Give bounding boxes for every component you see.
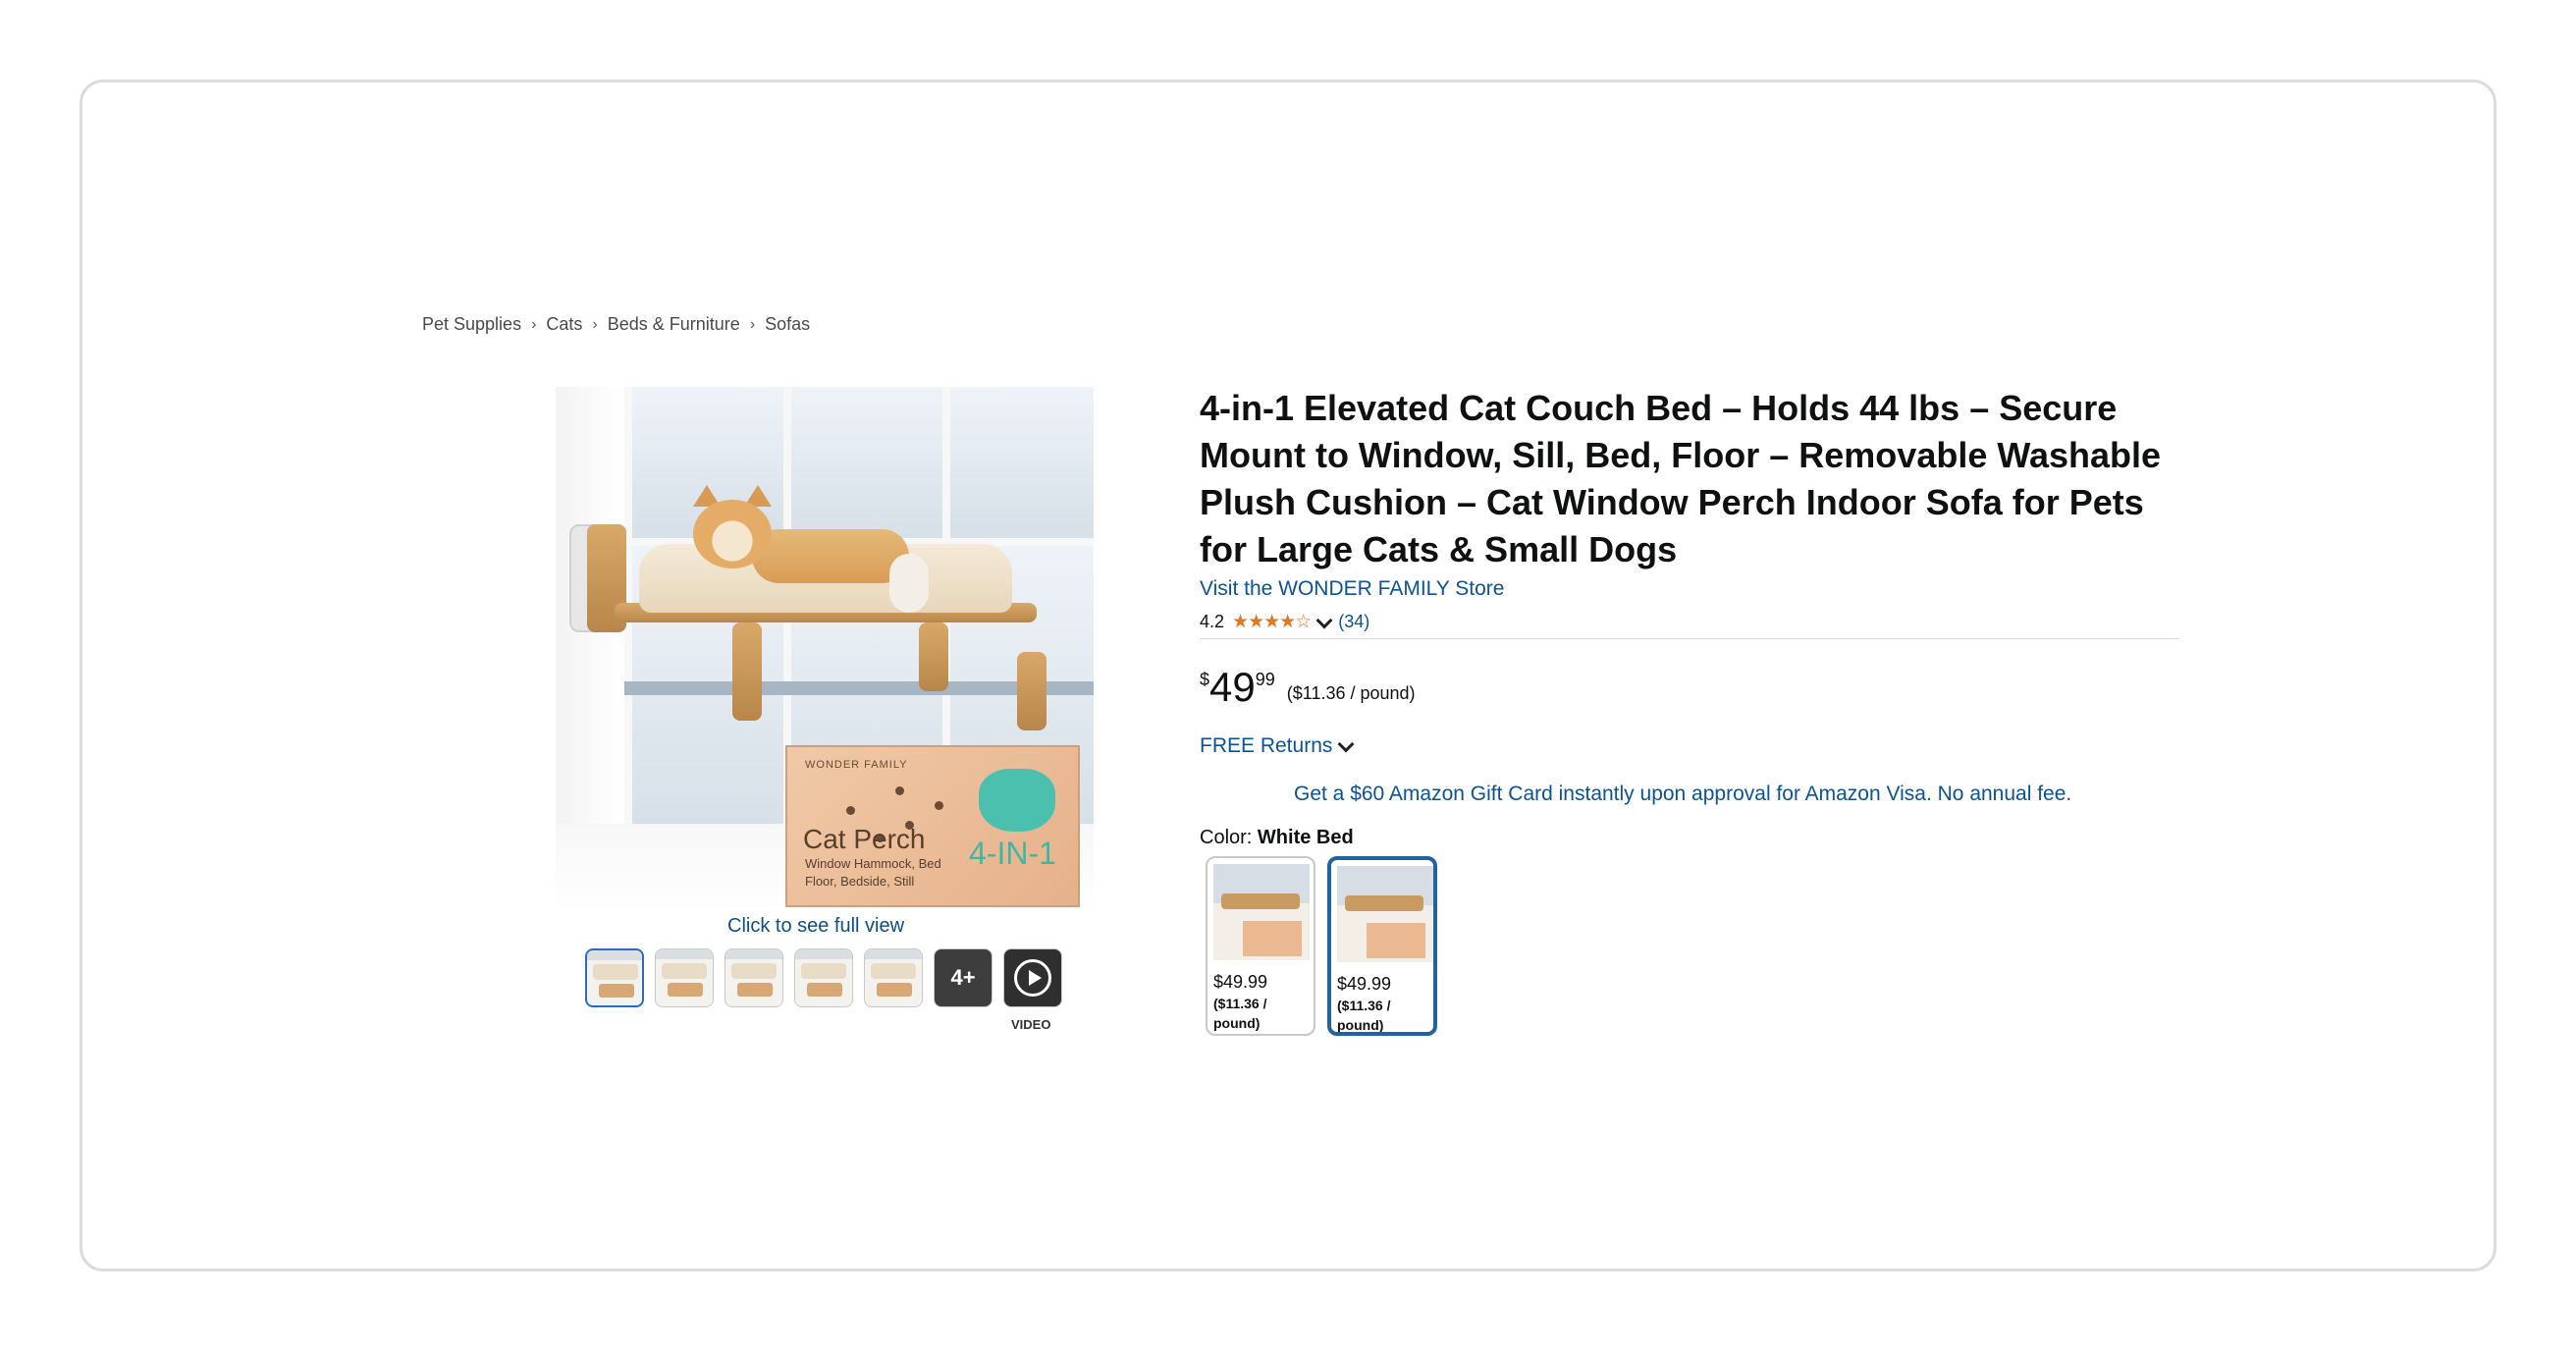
video-label: VIDEO: [1011, 1017, 1051, 1032]
thumbnail-5[interactable]: [864, 948, 923, 1007]
thumbnail-1[interactable]: [585, 948, 644, 1007]
price-fraction: 99: [1255, 670, 1275, 689]
product-box: WONDER FAMILY Cat Perch Window Hammock, …: [785, 745, 1080, 907]
star-rating-icon[interactable]: ★★★★☆: [1232, 611, 1312, 633]
review-count-link[interactable]: (34): [1338, 612, 1369, 632]
horizon: [556, 681, 1094, 695]
product-title: 4-in-1 Elevated Cat Couch Bed – Holds 44…: [1200, 388, 2162, 569]
chevron-down-icon[interactable]: [1315, 612, 1333, 628]
breadcrumb-pet-supplies[interactable]: Pet Supplies: [422, 314, 521, 335]
wood-leg: [1017, 652, 1046, 730]
box-brand: WONDER FAMILY: [805, 759, 908, 771]
play-icon: [1014, 959, 1051, 997]
breadcrumb: Pet Supplies › Cats › Beds & Furniture ›…: [422, 314, 810, 335]
cat-head: [693, 500, 772, 568]
paw-icon: [895, 786, 904, 795]
store-link[interactable]: Visit the WONDER FAMILY Store: [1200, 577, 1504, 601]
free-returns-label: FREE Returns: [1200, 734, 1333, 757]
free-returns-link[interactable]: FREE Returns: [1200, 734, 1360, 758]
thumbnail-strip: 4+: [585, 948, 1062, 1007]
swatch-price: $49.99: [1337, 974, 1392, 994]
main-product-image[interactable]: WONDER FAMILY Cat Perch Window Hammock, …: [556, 387, 1094, 912]
color-label-prefix: Color:: [1200, 827, 1253, 848]
wood-leg: [732, 622, 762, 721]
color-label: Color: White Bed: [1200, 827, 1354, 849]
window-pane: [942, 387, 1094, 546]
video-thumbnail[interactable]: [1003, 948, 1062, 1007]
breadcrumb-beds-furniture[interactable]: Beds & Furniture: [608, 314, 740, 335]
cat-body: [752, 529, 909, 583]
thumbnail-3[interactable]: [724, 948, 783, 1007]
wood-leg: [919, 622, 948, 691]
price-symbol: $: [1200, 670, 1210, 689]
price-block: $ 49 99 ($11.36 / pound): [1200, 664, 1416, 711]
breadcrumb-cats[interactable]: Cats: [546, 314, 582, 335]
chevron-right-icon: ›: [592, 315, 598, 333]
chevron-right-icon: ›: [749, 315, 756, 333]
price-whole: 49: [1209, 664, 1256, 710]
swatch-unit-price: ($11.36 / pound): [1213, 996, 1267, 1031]
color-swatch-2[interactable]: $49.99 ($11.36 / pound): [1327, 856, 1437, 1036]
box-subtitle: Window Hammock, Bed Floor, Bedside, Stil…: [805, 856, 941, 889]
more-images-button[interactable]: 4+: [934, 948, 993, 1007]
window-pane: [783, 387, 950, 546]
chevron-down-icon: [1337, 735, 1355, 753]
swatch-image: [1213, 864, 1310, 960]
box-4in1: 4-IN-1: [969, 836, 1056, 871]
swatch-image: [1337, 866, 1433, 962]
visa-promo-link[interactable]: Get a $60 Amazon Gift Card instantly upo…: [1294, 783, 2071, 806]
thumbnail-4[interactable]: [794, 948, 853, 1007]
swatch-unit-price: ($11.36 / pound): [1337, 998, 1391, 1033]
swatch-price: $49.99: [1213, 972, 1268, 992]
chevron-right-icon: ›: [531, 315, 537, 333]
color-swatch-1[interactable]: $49.99 ($11.36 / pound): [1206, 856, 1315, 1036]
thumbnail-2[interactable]: [655, 948, 714, 1007]
paw-icon: [846, 806, 855, 815]
paw-icon: [935, 801, 943, 810]
divider: [1200, 638, 2179, 639]
rating-value: 4.2: [1200, 612, 1225, 631]
cat-tail: [889, 554, 929, 613]
unit-price: ($11.36 / pound): [1286, 683, 1416, 703]
full-view-link[interactable]: Click to see full view: [727, 915, 904, 938]
rating-row: 4.2 ★★★★☆ (34): [1200, 611, 1369, 633]
color-value: White Bed: [1257, 827, 1354, 848]
breadcrumb-sofas[interactable]: Sofas: [765, 314, 810, 335]
